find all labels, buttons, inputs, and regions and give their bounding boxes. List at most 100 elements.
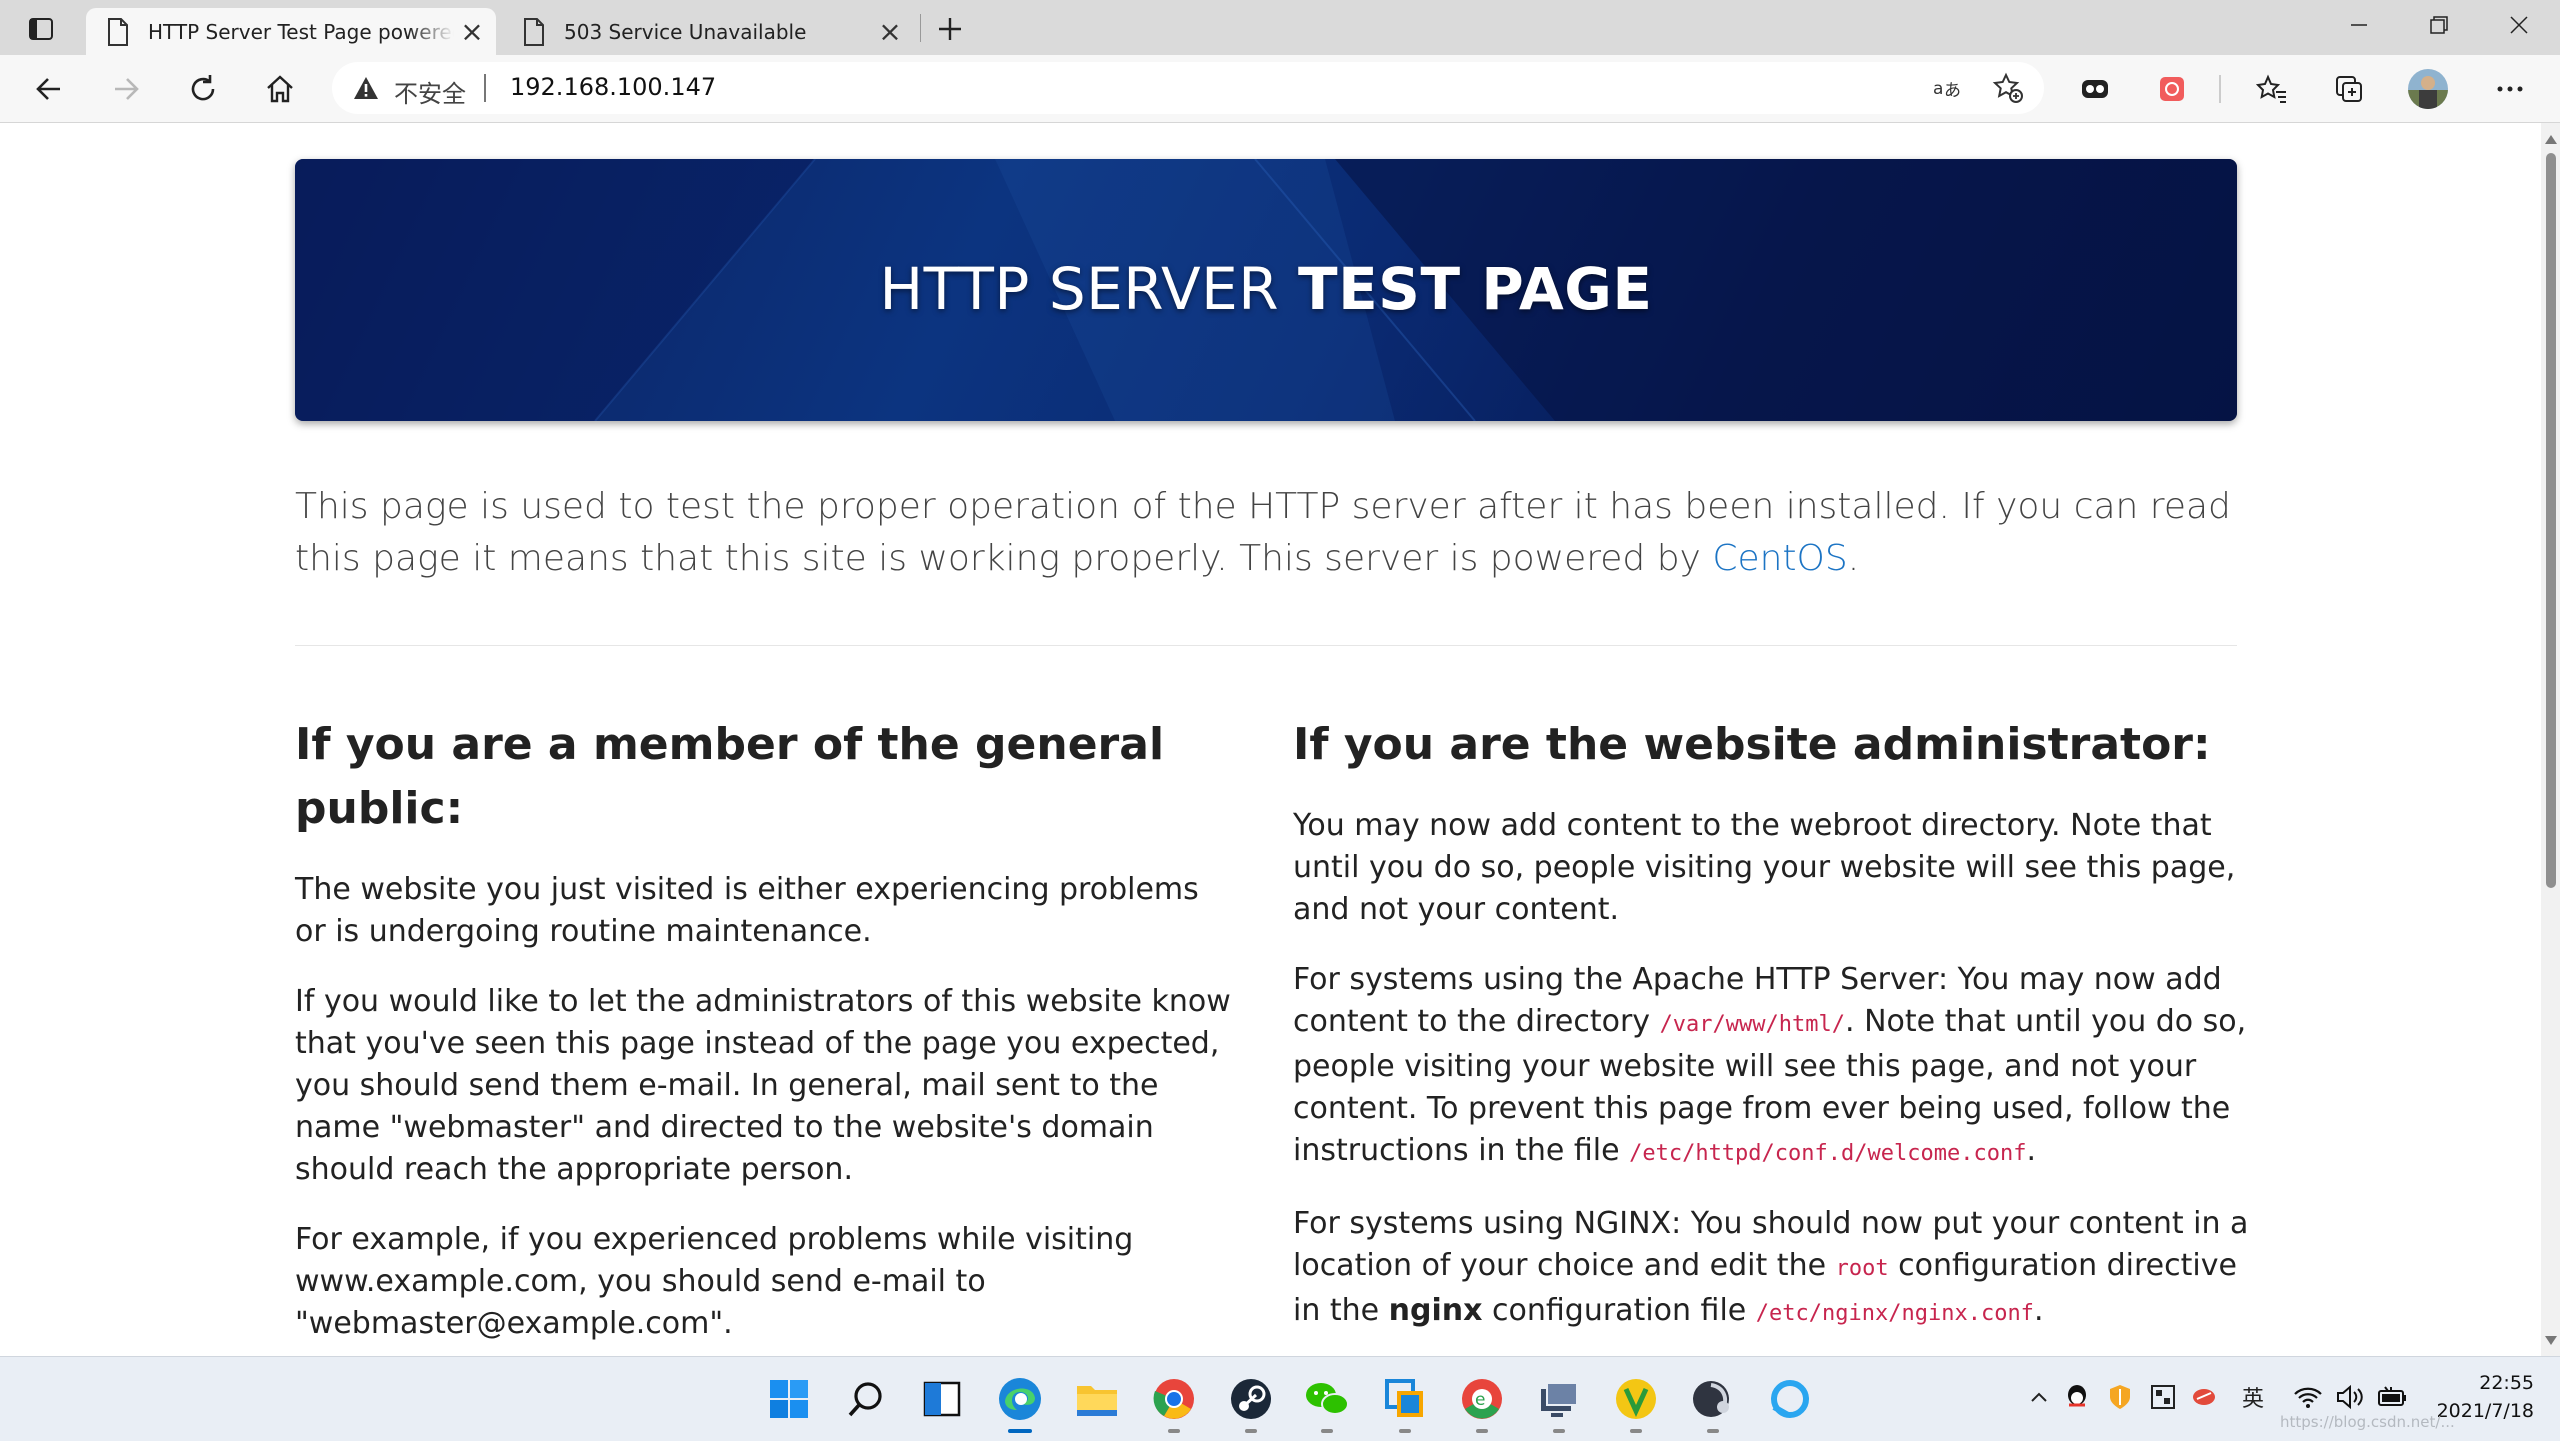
svg-text:あ: あ [1944,81,1961,101]
back-button[interactable] [25,65,73,113]
arrow-left-icon [36,78,60,100]
refresh-icon [191,75,215,101]
header-banner: HTTP SERVER TEST PAGE [295,159,2237,421]
running-indicator [1630,1429,1642,1433]
refresh-button[interactable] [179,65,227,113]
wifi-icon[interactable] [2292,1381,2324,1413]
svg-text:e: e [1475,1390,1485,1410]
restore-button[interactable] [2400,0,2478,50]
remote-desktop-icon [1385,1379,1423,1417]
blue-ring-icon [1771,1380,1809,1418]
scrollbar-thumb[interactable] [2546,153,2556,888]
search-button[interactable] [842,1375,890,1423]
running-indicator [1321,1429,1333,1433]
nginx-conf-path: /etc/nginx/nginx.conf [1755,1301,2034,1326]
add-favorite-icon[interactable] [1988,68,2028,108]
address-bar[interactable]: 不安全 192.168.100.147 aあ [332,62,2044,114]
windows-taskbar: e 英 22:55 2021/7/18 https://blog.csdn.ne… [0,1356,2560,1441]
yellow-app-icon [1616,1379,1656,1419]
clock-time: 22:55 [2479,1372,2534,1394]
favorites-button[interactable] [2248,65,2296,113]
page-icon [108,17,128,46]
running-indicator [1476,1429,1488,1433]
page-icon [524,17,544,46]
banner-title-bold: TEST PAGE [1298,255,1653,323]
minimize-icon [2351,24,2367,26]
restore-icon [2430,16,2448,34]
centos-link[interactable]: CentOS [1712,538,1847,579]
input-method-indicator[interactable]: 英 [2237,1381,2269,1413]
favorites-icon [2256,74,2286,103]
chrome-button[interactable] [1150,1375,1198,1433]
vertical-scrollbar[interactable] [2541,123,2560,1356]
address-divider [484,74,486,102]
app-tray-icon[interactable] [2147,1381,2179,1413]
admin-paragraph-1: You may now add content to the webroot d… [1293,808,2236,927]
extension-icon[interactable] [2071,65,2119,113]
remote-app-button[interactable] [1381,1375,1429,1433]
extension-red-icon[interactable] [2148,65,2196,113]
public-paragraph-3: For example, if you experienced problems… [295,1222,1134,1341]
banner-title-light: HTTP SERVER [879,255,1280,323]
scroll-down-arrow-icon[interactable] [2545,1336,2557,1345]
toolbar-separator [2219,75,2221,103]
minimize-button[interactable] [2320,0,2398,50]
security-shield-tray-icon[interactable] [2104,1381,2136,1413]
vm-console-button[interactable] [1535,1375,1583,1433]
tab-actions-icon[interactable] [22,12,60,46]
tab-title: 503 Service Unavailable [564,19,807,44]
tab-503[interactable]: 503 Service Unavailable × [502,8,914,55]
battery-icon[interactable] [2377,1381,2409,1413]
browser-green-button[interactable]: e [1458,1375,1506,1433]
admin-p2-text-c: . [2026,1133,2036,1168]
volume-icon[interactable] [2334,1381,2366,1413]
home-icon [267,75,293,103]
scroll-up-arrow-icon[interactable] [2545,135,2557,144]
yellow-app-button[interactable] [1612,1375,1660,1433]
edge-taskbar-button[interactable] [996,1375,1044,1433]
new-tab-button[interactable] [930,12,970,46]
running-indicator [1553,1429,1565,1433]
admin-section: If you are the website administrator: Yo… [1293,713,2253,1356]
close-window-button[interactable] [2480,0,2558,50]
avatar-icon [2408,69,2448,109]
running-indicator [1707,1429,1719,1433]
svg-text:a: a [1933,79,1943,99]
public-paragraph-1: The website you just visited is either e… [295,872,1199,949]
running-indicator [1399,1429,1411,1433]
widgets-button[interactable] [918,1375,966,1423]
file-explorer-button[interactable] [1073,1375,1121,1423]
edge-icon [999,1378,1041,1420]
red-app-tray-icon[interactable] [2188,1381,2220,1413]
browser-toolbar: 不安全 192.168.100.147 aあ [0,55,2560,123]
collections-button[interactable] [2325,65,2373,113]
chrome-icon [1153,1379,1194,1419]
wechat-button[interactable] [1303,1375,1351,1433]
page-viewport: HTTP SERVER TEST PAGE This page is used … [0,123,2541,1356]
tab-http-test-page[interactable]: HTTP Server Test Page powered by CentOS … [86,8,496,55]
show-hidden-icons-chevron-up-icon[interactable] [2023,1381,2055,1413]
collections-icon [2336,76,2362,102]
url-text[interactable]: 192.168.100.147 [510,73,716,101]
banner-title: HTTP SERVER TEST PAGE [295,255,2237,323]
webroot-path: /var/www/html/ [1659,1012,1845,1037]
green-browser-icon: e [1462,1379,1502,1419]
settings-more-button[interactable] [2486,65,2534,113]
warning-icon[interactable] [352,75,380,101]
root-directive: root [1835,1256,1889,1281]
blue-ring-app-button[interactable] [1766,1375,1814,1423]
public-section: If you are a member of the general publi… [295,713,1235,1356]
dark-app-button[interactable] [1689,1375,1737,1433]
steam-button[interactable] [1227,1375,1275,1433]
admin-p3-text-c: configuration file [1482,1293,1756,1328]
tab-separator [920,14,921,42]
qq-tray-icon[interactable] [2061,1381,2093,1413]
start-button[interactable] [765,1375,813,1423]
forward-button[interactable] [102,65,150,113]
read-aloud-translate-icon[interactable]: aあ [1928,68,1968,108]
close-tab-icon[interactable]: × [872,14,908,50]
home-button[interactable] [256,65,304,113]
close-tab-icon[interactable]: × [454,14,490,50]
profile-avatar[interactable] [2404,65,2452,113]
not-secure-label[interactable]: 不安全 [394,74,466,109]
